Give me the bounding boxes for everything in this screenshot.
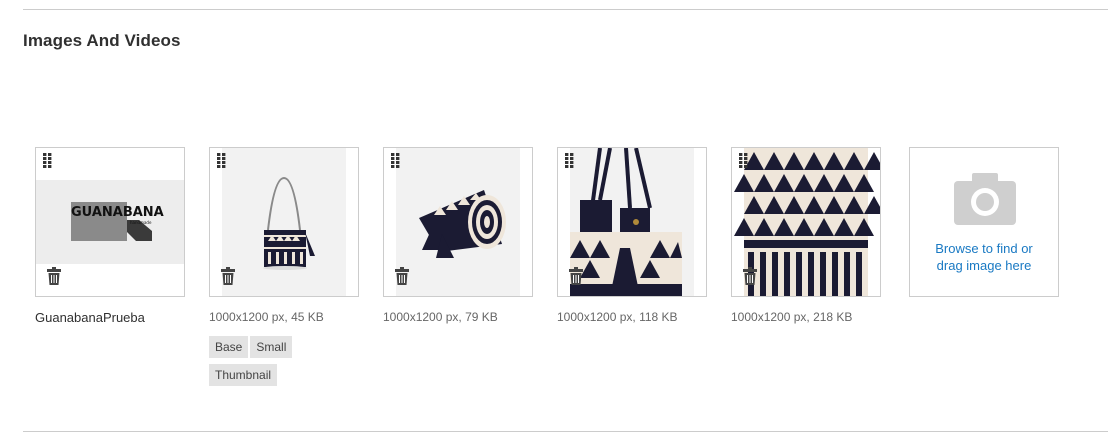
drag-handle-icon[interactable] xyxy=(565,153,574,168)
image-dimensions-size: 1000x1200 px, 45 KB xyxy=(209,310,324,324)
image-thumbnail[interactable] xyxy=(209,147,359,297)
image-thumbnail[interactable] xyxy=(557,147,707,297)
section-title: Images And Videos xyxy=(23,31,181,50)
image-upload-dropzone[interactable]: Browse to find or drag image here xyxy=(909,147,1059,297)
gallery-item-5: 1000x1200 px, 218 KB xyxy=(731,147,881,324)
trash-icon[interactable] xyxy=(395,267,409,285)
trash-icon[interactable] xyxy=(47,267,61,285)
image-role-badge: Base xyxy=(209,336,249,358)
svg-text:GUANABANA: GUANABANA xyxy=(71,205,164,220)
image-roles: Base Small Thumbnail xyxy=(209,336,309,392)
trash-icon[interactable] xyxy=(221,267,235,285)
image-dimensions-size: 1000x1200 px, 79 KB xyxy=(383,310,498,324)
image-thumbnail[interactable]: GUANABANA handmade xyxy=(35,147,185,297)
image-thumbnail[interactable] xyxy=(383,147,533,297)
image-role-badge: Small xyxy=(250,336,293,358)
trash-icon[interactable] xyxy=(569,267,583,285)
image-dimensions-size: 1000x1200 px, 118 KB xyxy=(557,310,678,324)
svg-text:handmade: handmade xyxy=(130,220,152,225)
image-dimensions-size: 1000x1200 px, 218 KB xyxy=(731,310,853,324)
gallery-item-3: 1000x1200 px, 79 KB xyxy=(383,147,533,324)
upload-instructions[interactable]: Browse to find or drag image here xyxy=(920,240,1048,274)
image-role-badge: Thumbnail xyxy=(209,364,278,386)
drag-handle-icon[interactable] xyxy=(391,153,400,168)
bottom-divider xyxy=(23,431,1108,432)
camera-icon xyxy=(954,173,1016,225)
drag-handle-icon[interactable] xyxy=(217,153,226,168)
drag-handle-icon[interactable] xyxy=(43,153,52,168)
top-divider xyxy=(23,9,1108,10)
trash-icon[interactable] xyxy=(743,267,757,285)
gallery-item-2: 1000x1200 px, 45 KB Base Small Thumbnail xyxy=(209,147,359,392)
gallery-item-4: 1000x1200 px, 118 KB xyxy=(557,147,707,324)
drag-handle-icon[interactable] xyxy=(739,153,748,168)
gallery-item-1: GUANABANA handmade GuanabanaPrueba xyxy=(35,147,185,325)
image-thumbnail[interactable] xyxy=(731,147,881,297)
image-label: GuanabanaPrueba xyxy=(35,310,145,325)
